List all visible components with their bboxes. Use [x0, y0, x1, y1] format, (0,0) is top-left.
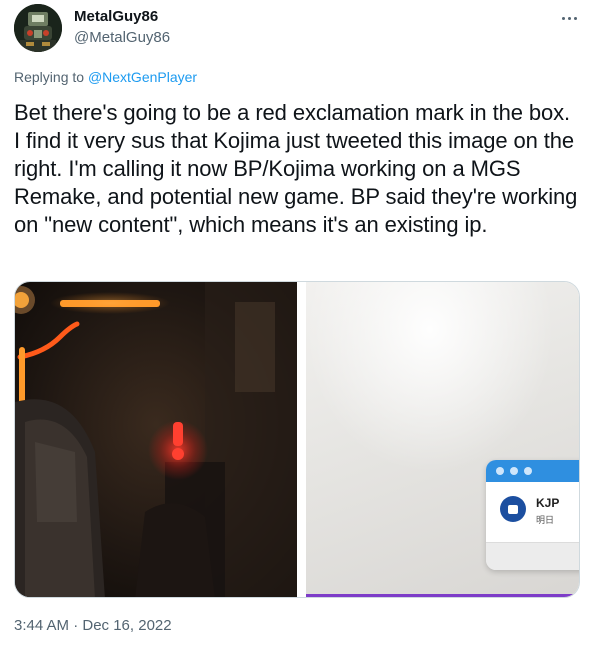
purple-edge [306, 594, 579, 597]
reply-target-link[interactable]: @NextGenPlayer [88, 69, 197, 85]
reply-prefix: Replying to [14, 69, 85, 85]
window-body: KJP 明日 [486, 482, 579, 542]
media-image-left[interactable] [15, 282, 297, 597]
author-display-name[interactable]: MetalGuy86 [74, 8, 158, 25]
tweet-text: Bet there's going to be a red exclamatio… [14, 100, 578, 237]
window-footer [486, 542, 579, 570]
window-dot-icon [496, 467, 504, 475]
dark-scene-image [15, 282, 297, 597]
kjp-app-window: KJP 明日 [486, 460, 579, 570]
media-grid: KJP 明日 [14, 281, 580, 598]
author-avatar[interactable] [14, 4, 62, 52]
kjp-subtitle: 明日 [536, 515, 555, 525]
robot-mech-avatar-icon [14, 4, 62, 52]
media-image-right[interactable]: KJP 明日 [306, 282, 579, 597]
calendar-icon [500, 496, 526, 522]
more-horizontal-icon [561, 16, 565, 20]
media-divider [297, 282, 306, 597]
more-options-button[interactable] [556, 8, 582, 28]
reply-context: Replying to @NextGenPlayer [14, 69, 197, 85]
window-titlebar [486, 460, 579, 482]
tweet-timestamp[interactable]: 3:44 AM · Dec 16, 2022 [14, 617, 172, 634]
author-handle[interactable]: @MetalGuy86 [74, 29, 170, 46]
kjp-title: KJP [536, 496, 560, 510]
tweet-card: MetalGuy86 @MetalGuy86 Replying to @Next… [0, 0, 595, 647]
window-dot-icon [524, 467, 532, 475]
window-dot-icon [510, 467, 518, 475]
